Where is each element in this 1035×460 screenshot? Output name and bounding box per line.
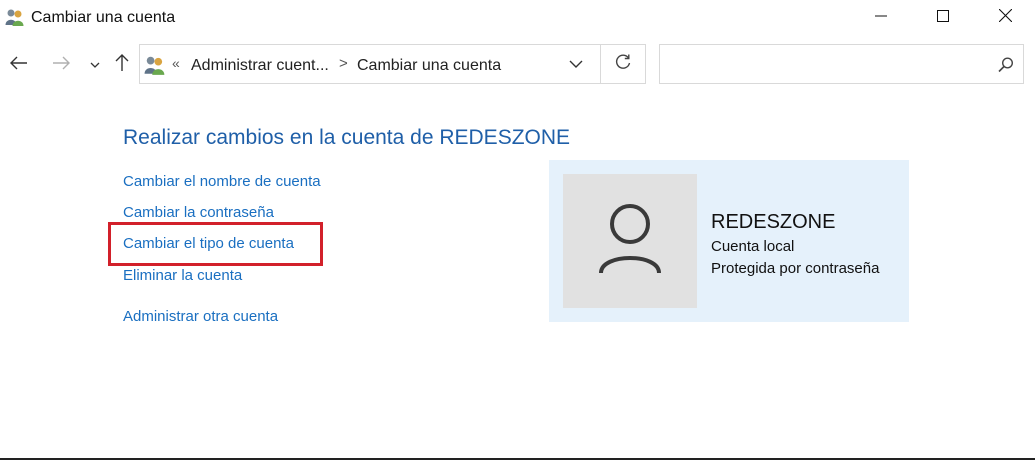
account-name: REDESZONE (711, 211, 836, 233)
account-type: Cuenta local (711, 238, 795, 255)
users-icon (144, 55, 166, 75)
minimize-button[interactable] (850, 0, 912, 36)
maximize-button[interactable] (912, 0, 974, 36)
account-status: Protegida por contraseña (711, 260, 880, 277)
search-icon[interactable] (997, 56, 1015, 74)
chevron-down-icon[interactable] (568, 57, 586, 73)
forward-button[interactable] (50, 54, 72, 76)
page-title: Realizar cambios en la cuenta de REDESZO… (123, 126, 571, 149)
avatar (563, 174, 697, 308)
users-icon (5, 8, 25, 26)
address-bar[interactable]: « Administrar cuent... > Cambiar una cue… (139, 44, 601, 84)
minimize-icon (875, 9, 887, 27)
breadcrumb-separator[interactable]: > (339, 55, 348, 72)
highlight-box (108, 222, 323, 266)
delete-account-link[interactable]: Eliminar la cuenta (123, 267, 242, 284)
recent-locations-button[interactable] (84, 54, 106, 76)
arrow-right-icon (52, 56, 70, 75)
back-button[interactable] (8, 54, 30, 76)
refresh-button[interactable] (601, 44, 646, 84)
refresh-icon (614, 53, 632, 76)
breadcrumb-overflow-chevron[interactable]: « (172, 55, 180, 71)
breadcrumb-item[interactable]: Cambiar una cuenta (357, 57, 501, 75)
account-panel: REDESZONE Cuenta local Protegida por con… (549, 160, 909, 322)
close-button[interactable] (974, 0, 1035, 36)
arrow-left-icon (10, 56, 28, 75)
arrow-up-icon (115, 53, 129, 77)
change-account-name-link[interactable]: Cambiar el nombre de cuenta (123, 173, 321, 190)
manage-other-account-link[interactable]: Administrar otra cuenta (123, 308, 278, 325)
chevron-down-icon (90, 56, 100, 74)
up-button[interactable] (111, 53, 133, 77)
title-bar: Cambiar una cuenta (0, 0, 1035, 36)
close-icon (998, 8, 1012, 27)
maximize-icon (937, 9, 949, 27)
change-password-link[interactable]: Cambiar la contraseña (123, 204, 274, 221)
window-title: Cambiar una cuenta (31, 9, 176, 26)
breadcrumb-item[interactable]: Administrar cuent... (191, 57, 329, 75)
navigation-bar: « Administrar cuent... > Cambiar una cue… (0, 42, 1035, 88)
search-input[interactable] (659, 44, 1024, 84)
user-avatar-icon (598, 203, 662, 280)
